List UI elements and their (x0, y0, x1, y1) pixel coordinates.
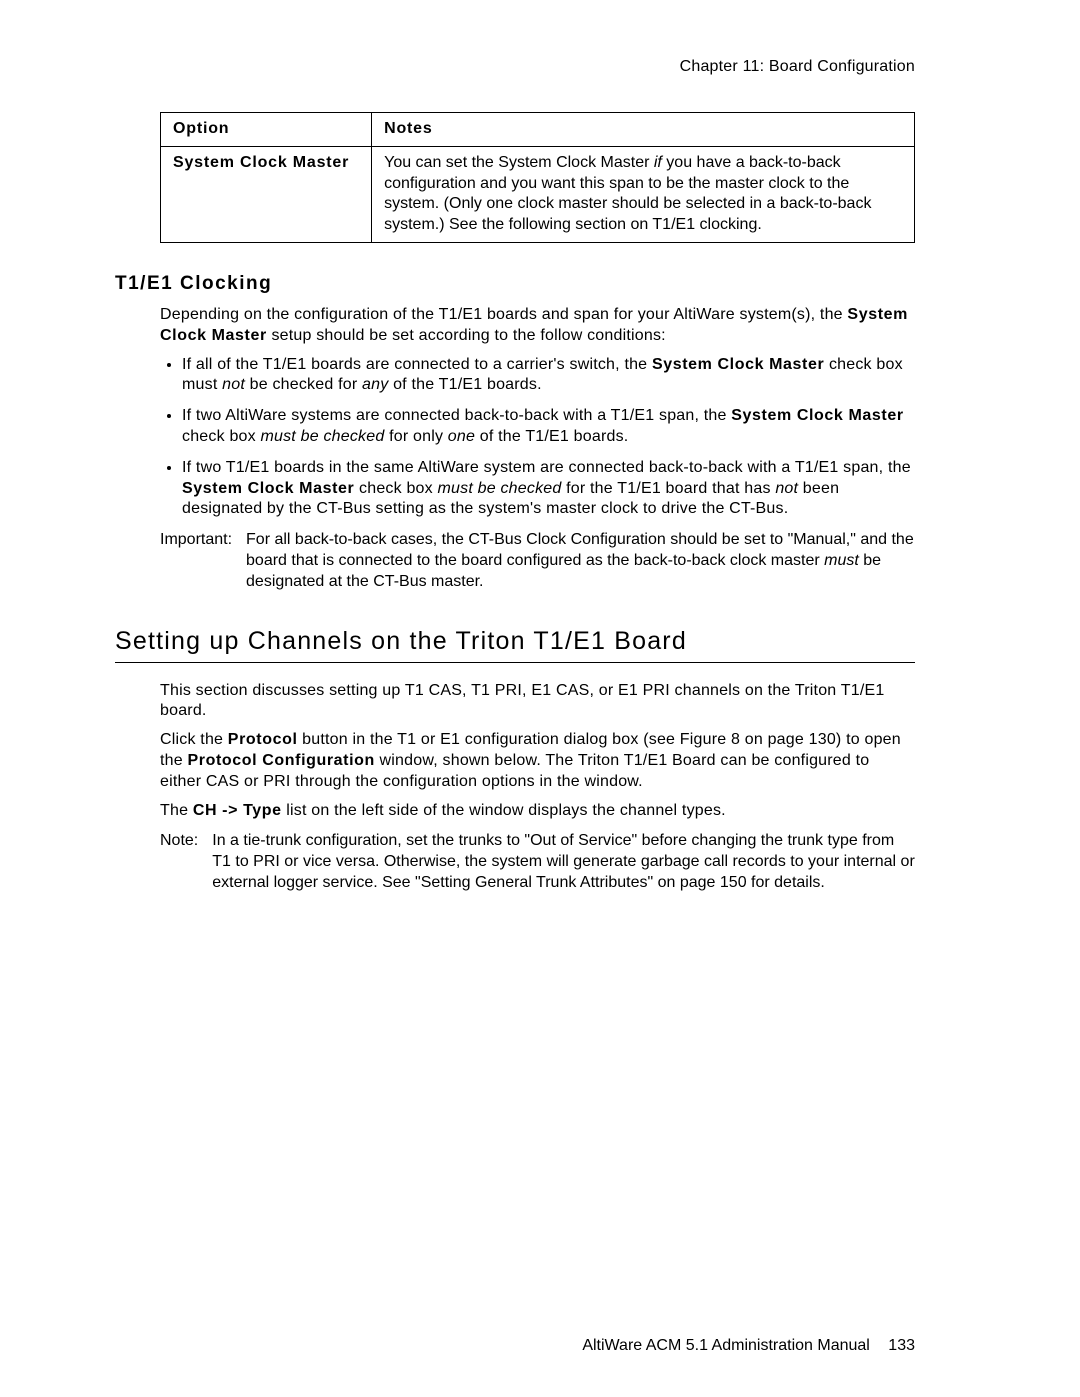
channels-p2: Click the Protocol button in the T1 or E… (160, 730, 915, 792)
text-bold: Protocol (228, 731, 298, 748)
text: for the T1/E1 board that has (561, 480, 775, 497)
note-label: Note: (160, 831, 198, 893)
list-item: If two T1/E1 boards in the same AltiWare… (182, 458, 915, 520)
channels-p1: This section discusses setting up T1 CAS… (160, 681, 915, 723)
text-bold: CH -> Type (193, 802, 282, 819)
footer-page-number: 133 (888, 1337, 915, 1354)
table-header-option: Option (161, 113, 372, 147)
text: of the T1/E1 boards. (475, 428, 628, 445)
section-heading-channels: Setting up Channels on the Triton T1/E1 … (115, 627, 915, 656)
text: The (160, 802, 193, 819)
text-italic: must be checked (260, 428, 384, 445)
important-label: Important: (160, 530, 232, 592)
text: If two T1/E1 boards in the same AltiWare… (182, 459, 911, 476)
note: Note: In a tie-trunk configuration, set … (160, 831, 915, 893)
page-footer: AltiWare ACM 5.1 Administration Manual 1… (582, 1337, 915, 1355)
text: for only (384, 428, 447, 445)
text-bold: System Clock Master (731, 407, 903, 424)
text-bold: System Clock Master (652, 356, 824, 373)
clocking-bullets: If all of the T1/E1 boards are connected… (182, 355, 915, 521)
list-item: If two AltiWare systems are connected ba… (182, 406, 915, 448)
text-bold: System Clock Master (182, 480, 354, 497)
text: list on the left side of the window disp… (282, 802, 726, 819)
text-italic: must be checked (438, 480, 562, 497)
text-italic: any (362, 376, 388, 393)
text: check box (354, 480, 437, 497)
note-body: In a tie-trunk configuration, set the tr… (212, 831, 915, 893)
text: If all of the T1/E1 boards are connected… (182, 356, 652, 373)
text: setup should be set according to the fol… (267, 327, 666, 344)
text: Click the (160, 731, 228, 748)
footer-manual: AltiWare ACM 5.1 Administration Manual (582, 1337, 870, 1354)
text: If two AltiWare systems are connected ba… (182, 407, 731, 424)
chapter-header: Chapter 11: Board Configuration (115, 58, 915, 76)
text: Depending on the configuration of the T1… (160, 306, 847, 323)
text: be checked for (245, 376, 362, 393)
text-italic: must (824, 552, 859, 569)
text-italic: not (222, 376, 245, 393)
section-rule (115, 662, 915, 663)
text: check box (182, 428, 260, 445)
important-body: For all back-to-back cases, the CT-Bus C… (246, 530, 915, 592)
important-note: Important: For all back-to-back cases, t… (160, 530, 915, 592)
text-italic: not (775, 480, 798, 497)
clocking-intro: Depending on the configuration of the T1… (160, 305, 915, 347)
subheading-clocking: T1/E1 Clocking (115, 273, 915, 295)
notes-text-pre: You can set the System Clock Master (384, 154, 654, 171)
notes-text-if: if (654, 154, 662, 171)
list-item: If all of the T1/E1 boards are connected… (182, 355, 915, 397)
text-italic: one (448, 428, 475, 445)
text: For all back-to-back cases, the CT-Bus C… (246, 531, 914, 569)
channels-p3: The CH -> Type list on the left side of … (160, 801, 915, 822)
text-bold: Protocol Configuration (188, 752, 375, 769)
text: of the T1/E1 boards. (388, 376, 541, 393)
table-cell-option: System Clock Master (161, 146, 372, 242)
table-header-notes: Notes (372, 113, 915, 147)
table-row: System Clock Master You can set the Syst… (161, 146, 915, 242)
option-table: Option Notes System Clock Master You can… (160, 112, 915, 243)
table-cell-notes: You can set the System Clock Master if y… (372, 146, 915, 242)
